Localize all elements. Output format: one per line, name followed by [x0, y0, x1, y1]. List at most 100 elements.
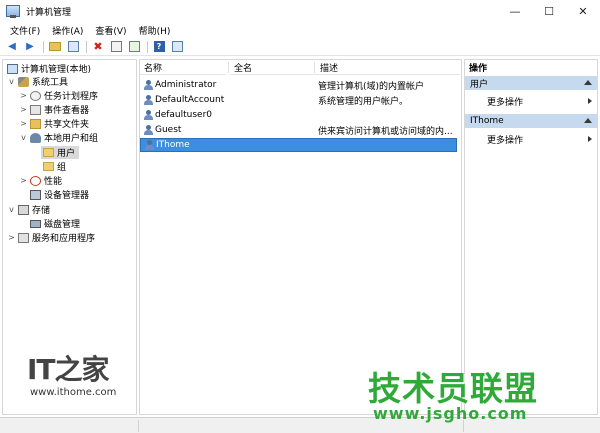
user-icon — [143, 109, 154, 121]
menu-file[interactable]: 文件(F) — [4, 24, 46, 37]
tree-item-storage[interactable]: v 存储 — [7, 203, 50, 216]
collapse-icon[interactable]: v — [7, 205, 16, 214]
back-button[interactable]: ◀ — [4, 40, 20, 54]
minimize-button[interactable]: — — [498, 0, 532, 22]
more-actions-ithome[interactable]: 更多操作 — [465, 132, 597, 146]
actions-section-ithome[interactable]: IThome — [465, 114, 597, 128]
delete-button[interactable]: ✖ — [90, 40, 106, 54]
ithome-watermark-url: www.ithome.com — [30, 387, 117, 398]
tree-label: 性能 — [44, 177, 63, 187]
section-title: 用户 — [470, 79, 489, 90]
tree-label: 用户 — [57, 149, 76, 159]
tree-label: 服务和应用程序 — [32, 234, 96, 244]
forward-arrow-icon: ▶ — [26, 41, 34, 52]
shared-folder-icon — [30, 118, 41, 129]
column-divider[interactable] — [314, 62, 315, 73]
users-group-icon — [30, 132, 41, 143]
action-label: 更多操作 — [487, 135, 524, 146]
table-row-selected[interactable]: IThome — [140, 138, 457, 152]
action-pane-button[interactable] — [169, 40, 185, 54]
jsgho-watermark-url: www.jsgho.com — [373, 404, 528, 423]
tree-label: 系统工具 — [32, 78, 69, 88]
more-actions-users[interactable]: 更多操作 — [465, 94, 597, 108]
tree-item-device-manager[interactable]: 设备管理器 — [28, 188, 89, 201]
properties-button[interactable] — [108, 40, 124, 54]
tree-label: 任务计划程序 — [44, 92, 99, 102]
tree-item-groups[interactable]: 组 — [41, 160, 66, 173]
tree-item-shared-folders[interactable]: > 共享文件夹 — [19, 117, 89, 130]
menu-action[interactable]: 操作(A) — [46, 24, 89, 37]
computer-management-icon — [6, 5, 20, 18]
folder-icon — [43, 162, 54, 171]
tree-item-task-scheduler[interactable]: > 任务计划程序 — [19, 89, 98, 102]
console-tree-icon — [67, 41, 79, 52]
column-header-description[interactable]: 描述 — [316, 60, 460, 75]
user-icon — [143, 94, 154, 106]
disk-icon — [30, 219, 41, 228]
event-log-icon — [30, 104, 41, 115]
maximize-button[interactable]: ☐ — [532, 0, 566, 22]
expand-icon[interactable]: > — [19, 105, 28, 114]
tree-label: 事件查看器 — [44, 106, 90, 116]
help-icon: ? — [153, 41, 165, 52]
table-row[interactable]: defaultuser0 — [140, 108, 457, 122]
toolbar: ◀ ▶ ✖ ? — [0, 38, 600, 56]
table-row[interactable]: Administrator 管理计算机(域)的内置帐户 — [140, 78, 457, 92]
performance-icon — [30, 175, 41, 186]
help-button[interactable]: ? — [151, 40, 167, 54]
tree-label: 计算机管理(本地) — [21, 65, 92, 75]
folder-up-icon — [49, 42, 61, 51]
tree-item-services-apps[interactable]: > 服务和应用程序 — [7, 231, 95, 244]
actions-header: 操作 — [469, 64, 488, 74]
expand-icon[interactable]: > — [19, 91, 28, 100]
tree-item-system-tools[interactable]: v 系统工具 — [7, 75, 68, 88]
tree-label: 存储 — [32, 206, 51, 216]
export-list-button[interactable] — [126, 40, 142, 54]
column-header-name[interactable]: 名称 — [140, 60, 226, 75]
tools-icon — [18, 76, 29, 87]
status-divider — [138, 420, 139, 432]
expand-icon[interactable]: > — [19, 119, 28, 128]
title-bar: 计算机管理 — ☐ ✕ — [0, 0, 600, 22]
table-row[interactable]: DefaultAccount 系统管理的用户帐户。 — [140, 93, 457, 107]
up-folder-button[interactable] — [47, 40, 63, 54]
collapse-caret-icon[interactable] — [584, 118, 592, 123]
tree-item-performance[interactable]: > 性能 — [19, 174, 62, 187]
submenu-arrow-icon — [588, 136, 592, 142]
user-icon — [143, 124, 154, 136]
jsgho-watermark-logo: 技术员联盟 — [368, 369, 538, 408]
services-icon — [18, 232, 29, 243]
table-row[interactable]: Guest 供来宾访问计算机或访问域的内... — [140, 123, 457, 137]
close-button[interactable]: ✕ — [566, 0, 600, 22]
show-hide-tree-button[interactable] — [65, 40, 81, 54]
tree-item-root[interactable]: 计算机管理(本地) — [5, 62, 91, 75]
tree-item-disk-management[interactable]: 磁盘管理 — [28, 217, 80, 230]
menu-bar: 文件(F) 操作(A) 查看(V) 帮助(H) — [0, 22, 600, 38]
device-manager-icon — [30, 189, 41, 200]
action-pane-icon — [171, 41, 183, 52]
cell-name: DefaultAccount — [155, 95, 225, 105]
tree-label: 磁盘管理 — [44, 220, 81, 230]
forward-button[interactable]: ▶ — [22, 40, 38, 54]
menu-help[interactable]: 帮助(H) — [133, 24, 177, 37]
tree-item-users[interactable]: 用户 — [41, 146, 80, 159]
tree-label: 设备管理器 — [44, 191, 90, 201]
expand-icon[interactable]: > — [19, 176, 28, 185]
collapse-caret-icon[interactable] — [584, 80, 592, 85]
menu-view[interactable]: 查看(V) — [89, 24, 132, 37]
cell-name: IThome — [156, 140, 190, 150]
ithome-watermark-logo: IT之家 — [27, 353, 110, 386]
tree-item-local-users-groups[interactable]: v 本地用户和组 — [19, 131, 98, 144]
back-arrow-icon: ◀ — [8, 41, 16, 52]
column-header-full-name[interactable]: 全名 — [230, 60, 316, 75]
column-divider[interactable] — [228, 62, 229, 73]
section-title: IThome — [470, 116, 504, 126]
collapse-icon[interactable]: v — [19, 133, 28, 142]
actions-section-users[interactable]: 用户 — [465, 76, 597, 90]
collapse-icon[interactable]: v — [7, 77, 16, 86]
toolbar-separator — [147, 40, 148, 53]
tree-item-event-viewer[interactable]: > 事件查看器 — [19, 103, 89, 116]
expand-icon[interactable]: > — [7, 233, 16, 242]
cell-description: 供来宾访问计算机或访问域的内... — [318, 126, 453, 137]
cell-description: 管理计算机(域)的内置帐户 — [318, 81, 425, 92]
